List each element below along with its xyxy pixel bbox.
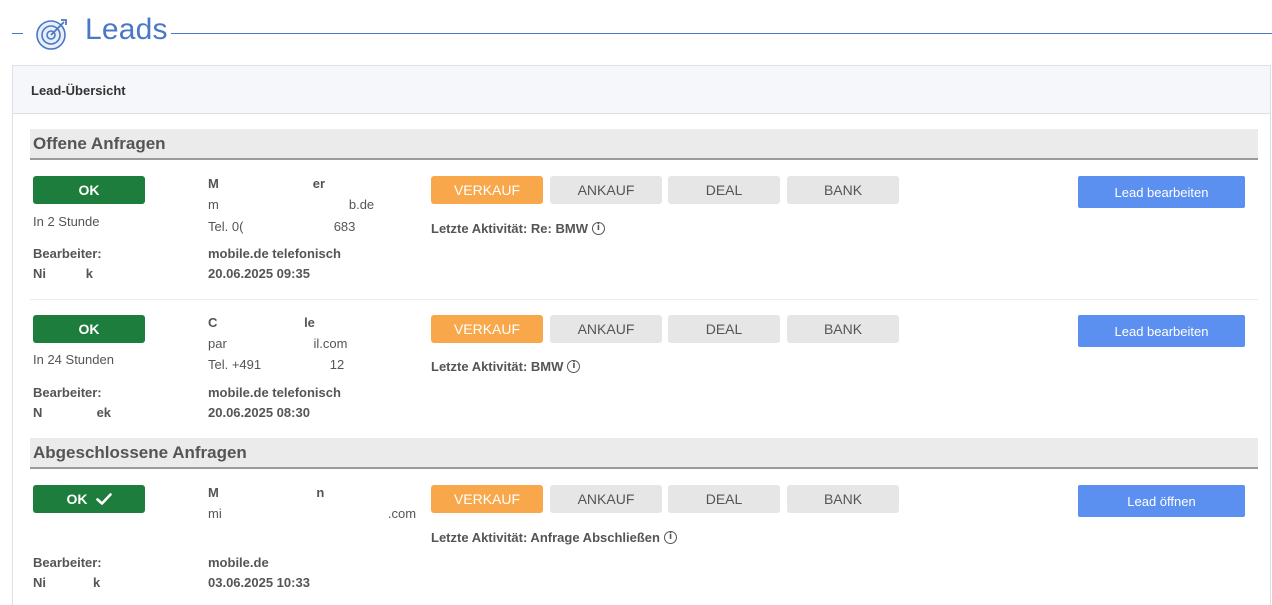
tag-bank[interactable]: BANK — [787, 176, 899, 204]
contact-name: M er — [208, 176, 326, 191]
contact-name: M n — [208, 485, 325, 500]
tag-deal[interactable]: DEAL — [668, 315, 780, 343]
lead-date: 20.06.2025 08:30 — [208, 405, 310, 420]
tag-verkauf[interactable]: VERKAUF — [431, 485, 543, 513]
assignee-label: Bearbeiter: — [33, 555, 102, 570]
tag-bank[interactable]: BANK — [787, 315, 899, 343]
lead-row: OK In 24 Stunden Bearbeiter: N ek C le p… — [30, 315, 1258, 425]
assignee-label: Bearbeiter: — [33, 385, 102, 400]
last-activity-text: Letzte Aktivität: Anfrage Abschließen — [431, 530, 660, 545]
last-activity-text: Letzte Aktivität: BMW — [431, 359, 564, 374]
contact-email: m b.de — [208, 197, 375, 212]
status-ok-button[interactable]: OK — [33, 176, 145, 204]
last-activity: Letzte Aktivität: BMW i — [431, 359, 581, 374]
lead-source: mobile.de telefonisch — [208, 246, 341, 261]
lead-row: OK Bearbeiter: Ni k M n mi .com mobile.d… — [30, 485, 1258, 595]
due-time: In 2 Stunde — [33, 214, 100, 229]
tag-bank[interactable]: BANK — [787, 485, 899, 513]
page-header: Leads — [0, 0, 1272, 66]
assignee-label: Bearbeiter: — [33, 246, 102, 261]
tag-ankauf[interactable]: ANKAUF — [550, 485, 662, 513]
info-icon[interactable]: i — [567, 360, 581, 373]
contact-name: C le — [208, 315, 315, 330]
contact-phone: Tel. 0( 683 — [208, 219, 356, 234]
tag-ankauf[interactable]: ANKAUF — [550, 315, 662, 343]
contact-phone: Tel. +491 12 — [208, 357, 345, 372]
section-title: Offene Anfragen — [33, 134, 166, 153]
tag-verkauf[interactable]: VERKAUF — [431, 176, 543, 204]
section-closed-requests: Abgeschlossene Anfragen — [30, 438, 1258, 469]
tag-ankauf[interactable]: ANKAUF — [550, 176, 662, 204]
lead-row: OK In 2 Stunde Bearbeiter: Ni k M er m b… — [30, 176, 1258, 286]
edit-lead-button[interactable]: Lead bearbeiten — [1078, 176, 1245, 208]
last-activity-text: Letzte Aktivität: Re: BMW — [431, 221, 588, 236]
last-activity: Letzte Aktivität: Anfrage Abschließen i — [431, 530, 677, 545]
header-rule-left — [12, 33, 23, 34]
assignee-name: N ek — [33, 405, 112, 420]
tag-deal[interactable]: DEAL — [668, 485, 780, 513]
info-icon[interactable]: i — [663, 531, 677, 544]
status-label: OK — [66, 491, 88, 507]
contact-email: par il.com — [208, 336, 348, 351]
target-icon — [36, 19, 67, 50]
section-title: Abgeschlossene Anfragen — [33, 443, 247, 462]
page-title: Leads — [85, 13, 168, 46]
info-icon[interactable]: i — [591, 222, 605, 235]
last-activity: Letzte Aktivität: Re: BMW i — [431, 221, 605, 236]
header-rule-right — [171, 33, 1272, 34]
tag-deal[interactable]: DEAL — [668, 176, 780, 204]
row-divider — [30, 299, 1258, 300]
status-label: OK — [78, 321, 100, 337]
open-lead-button[interactable]: Lead öffnen — [1078, 485, 1245, 517]
panel-title: Lead-Übersicht — [31, 83, 126, 98]
lead-source: mobile.de — [208, 555, 269, 570]
panel-header: Lead-Übersicht — [13, 66, 1270, 114]
assignee-name: Ni k — [33, 266, 93, 281]
lead-date: 20.06.2025 09:35 — [208, 266, 310, 281]
contact-email: mi .com — [208, 506, 417, 521]
due-time: In 24 Stunden — [33, 352, 114, 367]
status-ok-button[interactable]: OK — [33, 315, 145, 343]
assignee-name: Ni k — [33, 575, 101, 590]
lead-date: 03.06.2025 10:33 — [208, 575, 310, 590]
edit-lead-button[interactable]: Lead bearbeiten — [1078, 315, 1245, 347]
tag-verkauf[interactable]: VERKAUF — [431, 315, 543, 343]
status-ok-button[interactable]: OK — [33, 485, 145, 513]
section-open-requests: Offene Anfragen — [30, 129, 1258, 160]
checkmark-icon — [95, 493, 112, 505]
lead-source: mobile.de telefonisch — [208, 385, 341, 400]
status-label: OK — [78, 182, 100, 198]
